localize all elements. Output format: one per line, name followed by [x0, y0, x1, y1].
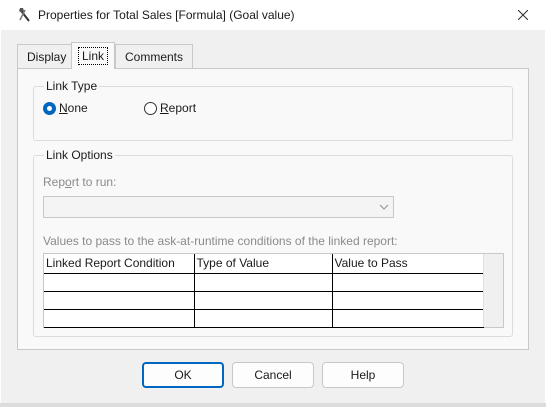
radio-none[interactable]: None: [43, 101, 88, 115]
grid-scrollbar-area: [483, 254, 503, 327]
report-to-run-label: Report to run:: [43, 175, 117, 189]
close-icon: [518, 10, 528, 20]
table-cell[interactable]: [44, 308, 195, 328]
conditions-table: Linked Report Condition Type of Value Va…: [44, 254, 484, 328]
close-button[interactable]: [500, 0, 546, 30]
properties-tools-icon: [16, 7, 32, 23]
radio-none-circle[interactable]: [43, 101, 56, 115]
link-tab-panel: Link Type None Report Link Options Repor…: [17, 68, 529, 350]
link-type-legend: Link Type: [44, 79, 100, 93]
table-row: [44, 290, 484, 310]
table-cell[interactable]: [193, 272, 333, 292]
radio-report[interactable]: Report: [144, 101, 196, 115]
radio-report-label: Report: [160, 101, 197, 115]
table-cell[interactable]: [331, 290, 484, 310]
table-row: [44, 272, 484, 292]
table-cell[interactable]: [44, 290, 195, 310]
table-cell[interactable]: [331, 272, 484, 292]
link-options-group: Link Options Report to run: Values to pa…: [33, 148, 513, 337]
column-header-linked-report-condition[interactable]: Linked Report Condition: [44, 254, 195, 274]
window-shadow: [0, 403, 546, 407]
column-header-value-to-pass[interactable]: Value to Pass: [332, 254, 484, 274]
window-title: Properties for Total Sales [Formula] (Go…: [38, 8, 295, 22]
conditions-grid[interactable]: Linked Report Condition Type of Value Va…: [43, 253, 504, 328]
table-cell[interactable]: [44, 272, 195, 292]
table-cell[interactable]: [331, 308, 484, 328]
tab-display-label: Display: [27, 50, 67, 64]
table-cell[interactable]: [193, 290, 333, 310]
table-header-row: Linked Report Condition Type of Value Va…: [44, 254, 484, 274]
title-bar: Properties for Total Sales [Formula] (Go…: [0, 0, 546, 30]
help-button[interactable]: Help: [322, 362, 404, 388]
table-cell[interactable]: [193, 308, 333, 328]
cancel-button[interactable]: Cancel: [232, 362, 314, 388]
tab-comments[interactable]: Comments: [115, 44, 194, 69]
table-row: [44, 308, 484, 328]
report-to-run-select[interactable]: [43, 196, 394, 218]
tab-link[interactable]: Link: [71, 42, 116, 69]
values-to-pass-label: Values to pass to the ask-at-runtime con…: [43, 234, 398, 248]
chevron-down-icon: [379, 204, 389, 210]
radio-report-circle[interactable]: [144, 101, 157, 115]
link-type-group: Link Type None Report: [33, 79, 513, 141]
radio-none-label: None: [59, 101, 88, 115]
tab-link-label: Link: [78, 47, 109, 65]
link-options-legend: Link Options: [44, 148, 115, 162]
tab-display[interactable]: Display: [17, 44, 77, 69]
tab-comments-label: Comments: [125, 50, 184, 64]
column-header-type-of-value[interactable]: Type of Value: [194, 254, 333, 274]
ok-button[interactable]: OK: [142, 362, 224, 388]
